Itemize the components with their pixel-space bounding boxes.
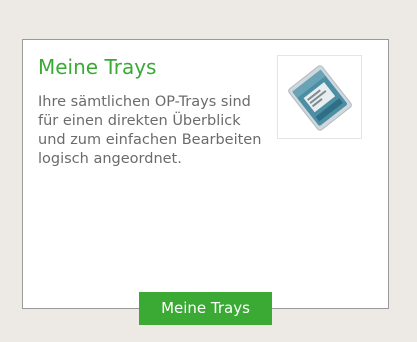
my-trays-button[interactable]: Meine Trays <box>139 292 272 325</box>
card-title: Meine Trays <box>38 55 157 79</box>
card-description: Ihre sämtlichen OP-Trays sind für einen … <box>38 94 262 167</box>
tray-thumbnail <box>277 55 362 139</box>
surgical-tray-package-icon <box>287 65 352 131</box>
trays-card: Meine Trays Ihre sämtlichen OP-Trays sin… <box>22 39 389 325</box>
